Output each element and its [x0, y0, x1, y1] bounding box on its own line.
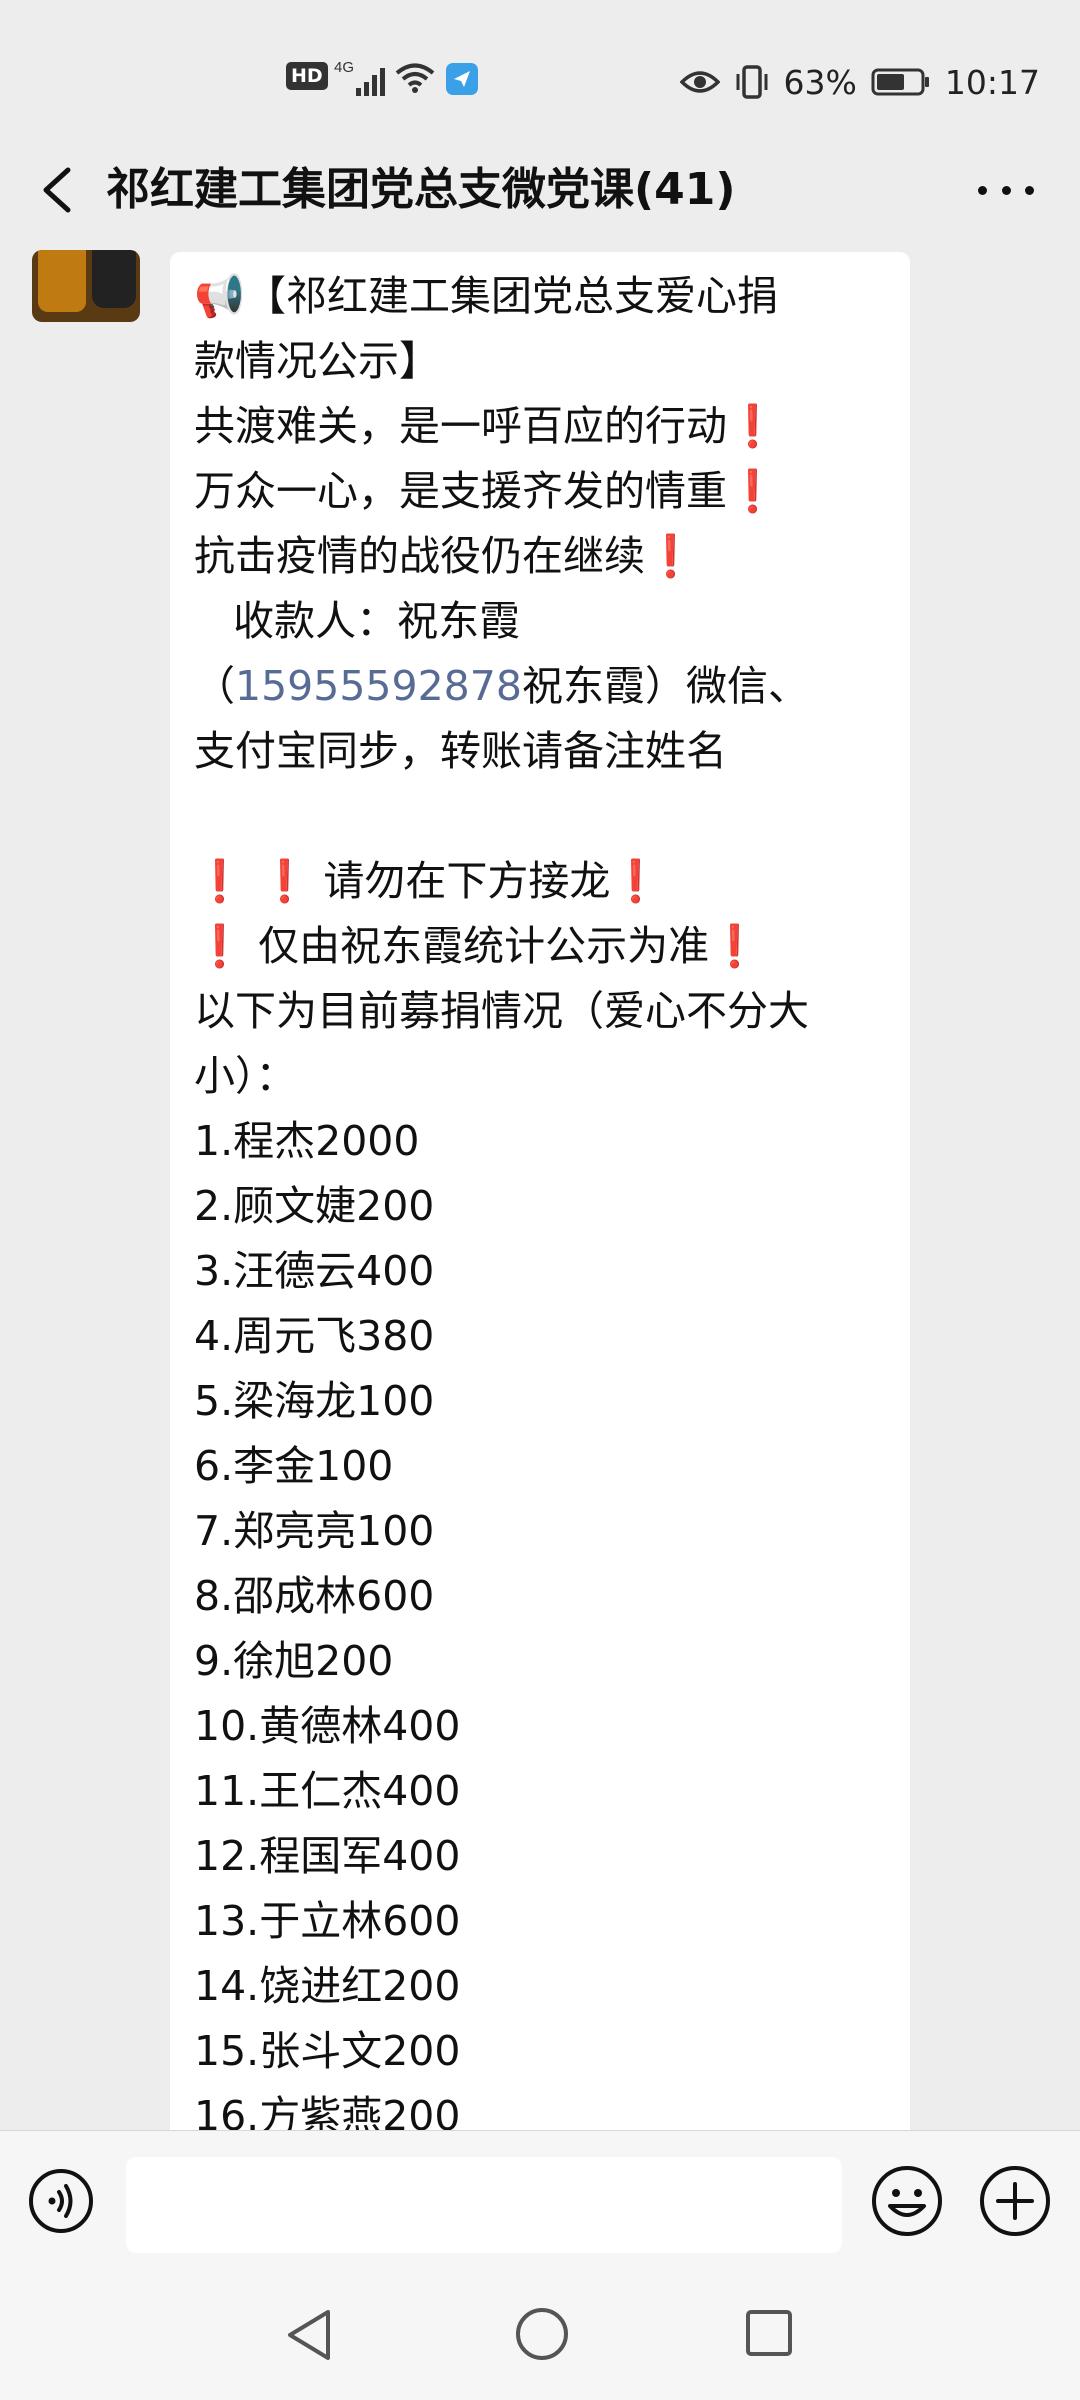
donation-item: 13.于立林600: [194, 1897, 461, 1945]
nav-recent-button[interactable]: [744, 2308, 794, 2358]
input-bar: [0, 2130, 1080, 2271]
warning-line: ❗ ❗ 请勿在下方接龙❗: [194, 857, 662, 905]
message-line: 支付宝同步，转账请备注姓名: [194, 727, 727, 775]
chat-title: 祁红建工集团党总支微党课(41): [106, 164, 736, 215]
phone-link[interactable]: 15955592878: [235, 662, 522, 710]
chevron-left-icon: [43, 167, 71, 213]
battery-percent: 63%: [783, 62, 857, 102]
donation-item: 10.黄德林400: [194, 1702, 461, 1750]
back-button[interactable]: [34, 162, 84, 218]
payee-line: 收款人：祝东霞: [194, 597, 521, 645]
emoji-button[interactable]: [870, 2164, 944, 2238]
exclamation-icon: ❗: [709, 922, 761, 970]
chat-area[interactable]: 📢【祁红建工集团党总支爱心捐 款情况公示】 共渡难关，是一呼百应的行动❗ 万众一…: [0, 230, 1080, 2130]
vibrate-icon: [736, 65, 768, 99]
donation-item: 8.邵成林600: [194, 1572, 435, 1620]
circle-home-icon: [516, 2308, 568, 2360]
donation-item: 16.方紫燕200: [194, 2092, 461, 2130]
phone-line: （15955592878祝东霞）微信、: [194, 662, 809, 710]
donation-item: 6.李金100: [194, 1442, 394, 1490]
message-line: 以下为目前募捐情况（爱心不分大: [194, 987, 809, 1035]
exclamation-icon: ❗: [727, 467, 779, 515]
donation-item: 4.周元飞380: [194, 1312, 435, 1360]
message-text: 📢【祁红建工集团党总支爱心捐 款情况公示】 共渡难关，是一呼百应的行动❗ 万众一…: [194, 264, 894, 2130]
exclamation-icon: ❗: [727, 402, 779, 450]
donation-item: 5.梁海龙100: [194, 1377, 435, 1425]
plus-button[interactable]: [978, 2164, 1052, 2238]
app-notification-icon: [446, 63, 478, 95]
plus-icon: [980, 2166, 1050, 2236]
exclamation-icon: ❗: [610, 857, 662, 905]
avatar[interactable]: [32, 250, 140, 322]
more-button[interactable]: [978, 172, 1034, 208]
square-recent-icon: [746, 2310, 792, 2356]
donation-item: 11.王仁杰400: [194, 1767, 461, 1815]
donation-item: 14.饶进红200: [194, 1962, 461, 2010]
clock: 10:17: [944, 62, 1040, 102]
message-input[interactable]: [126, 2157, 842, 2253]
donation-item: 7.郑亮亮100: [194, 1507, 435, 1555]
voice-button[interactable]: [28, 2168, 94, 2234]
exclamation-icon: ❗: [645, 532, 697, 580]
nav-home-button[interactable]: [514, 2306, 570, 2362]
message-line: 📢【祁红建工集团党总支爱心捐: [194, 272, 779, 320]
donation-item: 1.程杰2000: [194, 1117, 420, 1165]
donation-item: 9.徐旭200: [194, 1637, 394, 1685]
message-line: 抗击疫情的战役仍在继续❗: [194, 532, 697, 580]
status-bar: HD 4G 63% 10:17: [0, 0, 1080, 150]
message-line: 款情况公示】: [194, 337, 440, 385]
message-bubble[interactable]: 📢【祁红建工集团党总支爱心捐 款情况公示】 共渡难关，是一呼百应的行动❗ 万众一…: [170, 252, 910, 2130]
system-nav-bar: [0, 2270, 1080, 2400]
message-line: 共渡难关，是一呼百应的行动❗: [194, 402, 779, 450]
chat-header: 祁红建工集团党总支微党课(41): [0, 150, 1080, 230]
emoji-icon: [872, 2166, 942, 2236]
message-line: 万众一心，是支援齐发的情重❗: [194, 467, 779, 515]
more-dots-icon: [978, 185, 987, 195]
message-line: 小）：: [194, 1052, 297, 1100]
donation-item: 12.程国军400: [194, 1832, 461, 1880]
signal-icon: 4G: [334, 59, 385, 96]
donation-item: 15.张斗文200: [194, 2027, 461, 2075]
donation-item: 2.顾文婕200: [194, 1182, 435, 1230]
battery-icon: [871, 68, 929, 96]
triangle-back-icon: [288, 2310, 330, 2360]
network-type: 4G: [334, 59, 354, 76]
exclamation-icon: ❗: [194, 922, 246, 970]
eye-icon: [679, 71, 720, 93]
warning-line: ❗ 仅由祝东霞统计公示为准❗: [194, 922, 761, 970]
wifi-icon: [395, 63, 435, 93]
donation-item: 3.汪德云400: [194, 1247, 435, 1295]
exclamation-icon: ❗ ❗: [194, 857, 311, 905]
hd-indicator: HD: [286, 62, 328, 90]
voice-icon: [29, 2169, 93, 2233]
nav-back-button[interactable]: [282, 2306, 336, 2364]
